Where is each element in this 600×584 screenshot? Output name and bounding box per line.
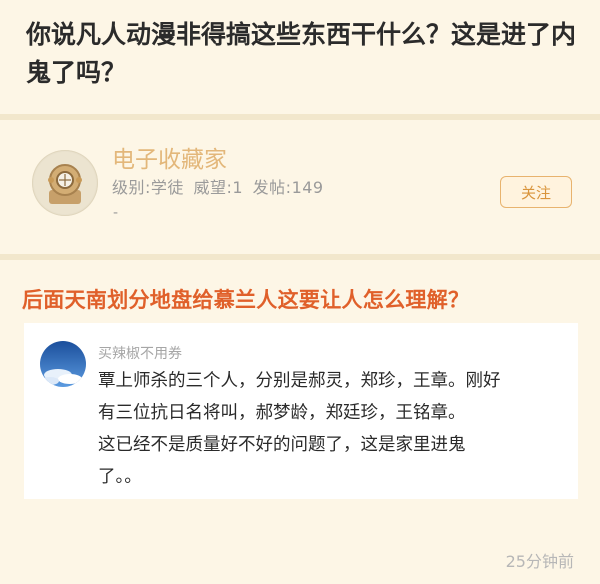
- diving-helmet-icon: [34, 152, 96, 214]
- comment-line: 这已经不是质量好不好的问题了，这是家里进鬼: [98, 435, 466, 455]
- author-avatar[interactable]: [32, 150, 98, 216]
- quoted-comment-card: 买辣椒不用券 覃上师杀的三个人，分别是郝灵，郑珍，王章。刚好 有三位抗日名将叫，…: [24, 323, 578, 499]
- author-meta: 级别:学徒 威望:1 发帖:149: [112, 174, 324, 198]
- post-title: 你说凡人动漫非得搞这些东西干什么？这是进了内鬼了吗？: [26, 20, 577, 87]
- comment-body: 覃上师杀的三个人，分别是郝灵，郑珍，王章。刚好 有三位抗日名将叫，郝梦龄，郑廷珍…: [98, 365, 568, 493]
- meta-tail: -: [113, 205, 119, 221]
- comment-line: 覃上师杀的三个人，分别是郝灵，郑珍，王章。刚好: [98, 371, 501, 391]
- commenter-name[interactable]: 买辣椒不用券: [98, 343, 182, 363]
- author-name[interactable]: 电子收藏家: [112, 140, 227, 174]
- post-question: 后面天南划分地盘给慕兰人这要让人怎么理解？: [22, 288, 470, 312]
- commenter-avatar[interactable]: [40, 341, 86, 387]
- comment-line: 了。。: [98, 467, 142, 487]
- follow-button[interactable]: 关注: [500, 176, 572, 208]
- section-divider: [0, 114, 600, 120]
- post-timestamp: 25分钟前: [505, 552, 574, 571]
- prestige-label: 威望:1: [193, 178, 244, 197]
- level-label: 级别:学徒: [112, 178, 184, 197]
- comment-line: 有三位抗日名将叫，郝梦龄，郑廷珍，王铭章。: [98, 403, 466, 423]
- posts-label: 发帖:149: [252, 178, 324, 197]
- section-divider: [0, 254, 600, 260]
- blue-sky-avatar-icon: [40, 341, 86, 387]
